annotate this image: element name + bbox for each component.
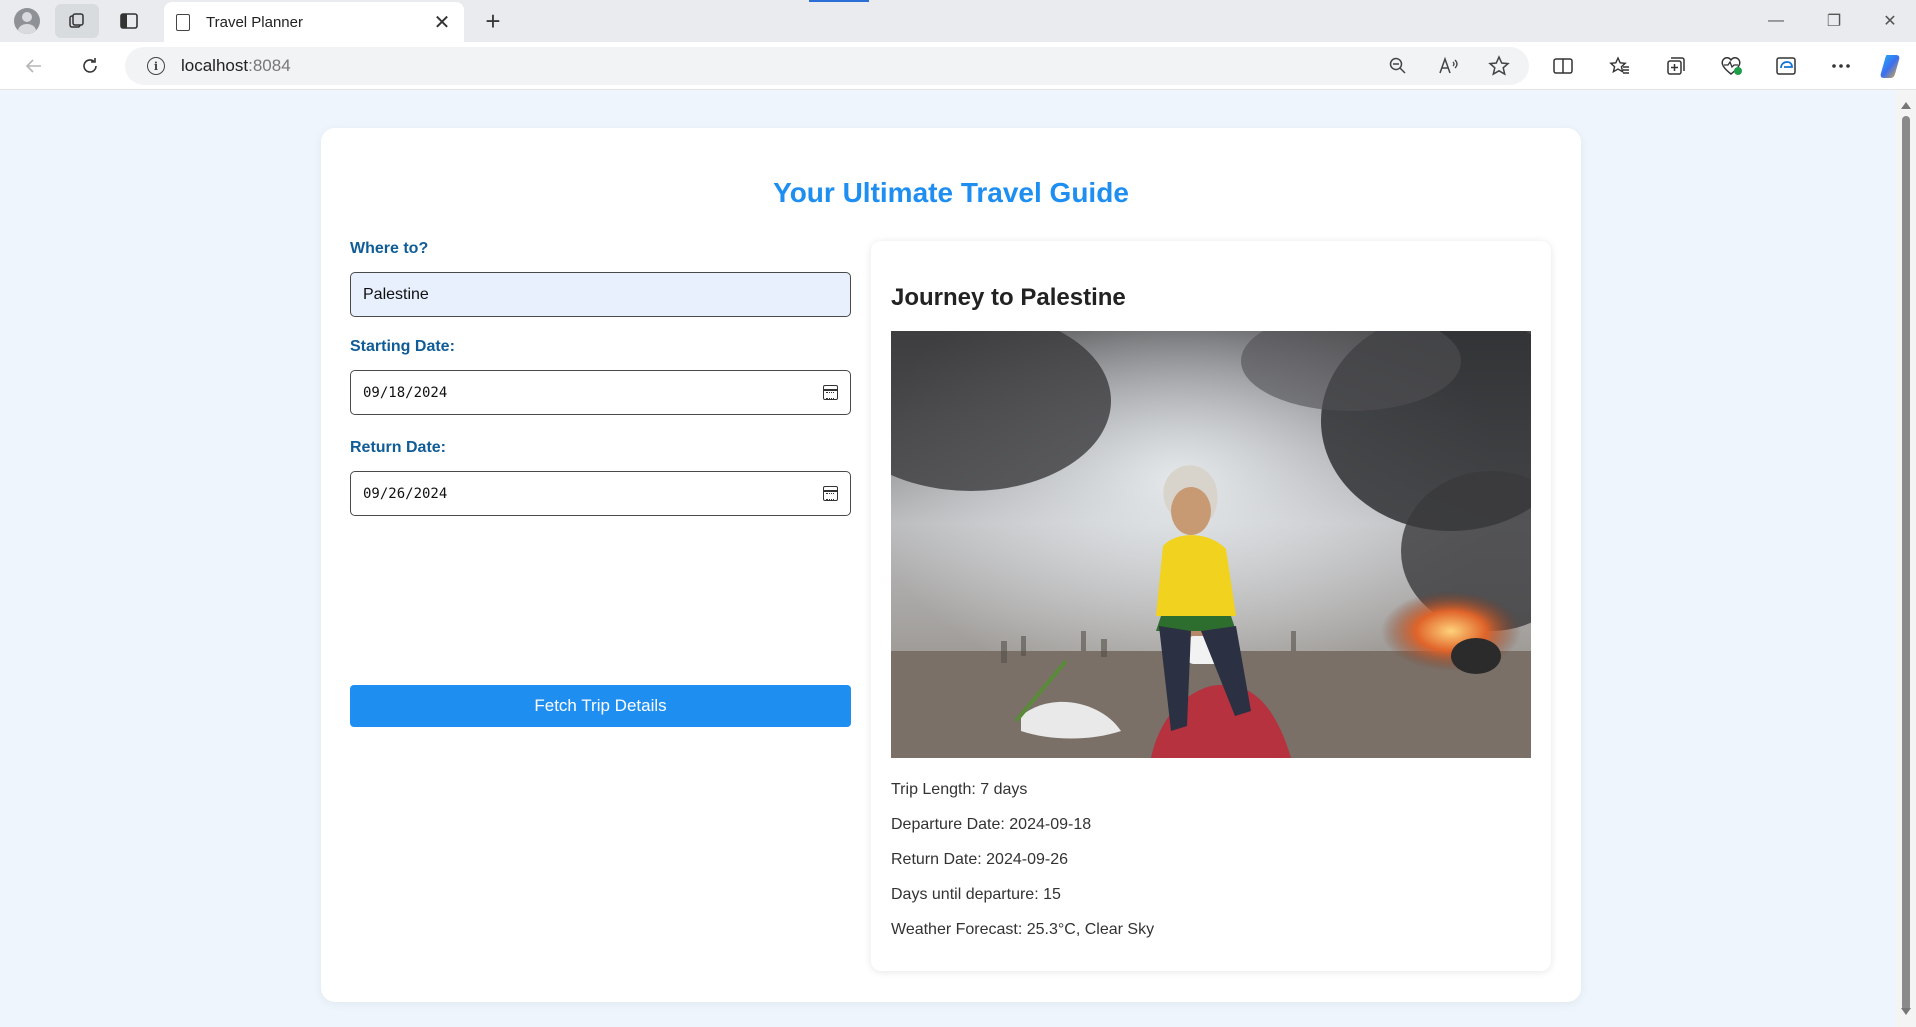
workspaces-icon <box>69 13 84 28</box>
url-port: :8084 <box>248 56 291 75</box>
back-button[interactable] <box>16 50 52 82</box>
return-date-label: Return Date: <box>350 439 447 456</box>
edge-bar-icon <box>1776 57 1796 75</box>
workspaces-button[interactable] <box>55 4 99 38</box>
return-date: Return Date: 2024-09-26 <box>891 851 1068 868</box>
tab-title: Travel Planner <box>206 13 303 31</box>
calendar-icon[interactable] <box>823 486 838 501</box>
star-icon <box>1488 55 1510 76</box>
site-info-icon[interactable]: i <box>147 57 165 75</box>
destination-value: Palestine <box>363 285 429 303</box>
copilot-icon <box>1880 55 1900 78</box>
address-bar[interactable]: i localhost:8084 <box>125 47 1529 85</box>
browser-toolbar: i localhost:8084 <box>0 42 1916 90</box>
read-aloud-button[interactable] <box>1432 50 1466 82</box>
split-screen-button[interactable] <box>1543 50 1583 82</box>
scroll-thumb[interactable] <box>1902 116 1910 1011</box>
zoom-out-button[interactable] <box>1381 50 1415 82</box>
return-date-input[interactable]: 09/26/2024 <box>350 471 851 516</box>
page-title: Your Ultimate Travel Guide <box>773 177 1129 208</box>
scroll-up-arrow-icon[interactable] <box>1901 102 1911 109</box>
destination-label: Where to? <box>350 240 429 257</box>
browser-tab[interactable]: Travel Planner ✕ <box>164 2 464 42</box>
weather-forecast: Weather Forecast: 25.3°C, Clear Sky <box>891 921 1155 938</box>
days-until-departure: Days until departure: 15 <box>891 886 1061 903</box>
edge-bar-button[interactable] <box>1766 50 1806 82</box>
profile-button[interactable] <box>8 4 46 38</box>
fetch-trip-details-button[interactable]: Fetch Trip Details <box>350 685 851 727</box>
vertical-scrollbar[interactable] <box>1896 90 1916 1027</box>
scroll-down-arrow-icon[interactable] <box>1901 1008 1911 1015</box>
start-date-label: Starting Date: <box>350 338 455 355</box>
copilot-button[interactable] <box>1873 50 1913 82</box>
favorites-icon <box>1609 56 1629 74</box>
tab-bar: Travel Planner ✕ + — ❐ ✕ <box>0 0 1916 42</box>
start-date-value: 09/18/2024 <box>363 384 448 401</box>
favorites-button[interactable] <box>1600 50 1640 82</box>
minimize-button[interactable]: — <box>1748 4 1804 38</box>
return-date-value: 09/26/2024 <box>363 485 448 502</box>
travel-planner-card: Your Ultimate Travel Guide Where to? Pal… <box>321 128 1581 1002</box>
heart-pulse-icon <box>1721 57 1742 75</box>
favorite-button[interactable] <box>1482 50 1516 82</box>
calendar-icon[interactable] <box>823 385 838 400</box>
page-icon <box>176 13 190 31</box>
departure-date: Departure Date: 2024-09-18 <box>891 816 1092 833</box>
collections-button[interactable] <box>1656 50 1696 82</box>
zoom-out-icon <box>1389 57 1406 74</box>
url-host: localhost <box>181 56 249 75</box>
tab-close-icon[interactable]: ✕ <box>432 10 452 35</box>
close-window-button[interactable]: ✕ <box>1862 4 1916 38</box>
more-menu-button[interactable] <box>1821 50 1861 82</box>
tab-accent <box>809 0 869 2</box>
read-aloud-icon <box>1439 56 1458 74</box>
browser-essentials-button[interactable] <box>1711 50 1751 82</box>
result-title: Journey to Palestine <box>891 284 1126 311</box>
vertical-tabs-icon <box>120 13 138 29</box>
trip-result-panel: Journey to Palestine Trip Length: 7 days… <box>871 241 1551 971</box>
refresh-button[interactable] <box>72 50 108 82</box>
back-arrow-icon <box>25 59 41 73</box>
profile-icon <box>14 8 40 34</box>
destination-photo-illustration <box>891 331 1531 758</box>
more-dots-icon <box>1832 64 1850 68</box>
new-tab-button[interactable]: + <box>476 4 510 38</box>
refresh-icon <box>83 58 97 73</box>
vertical-tabs-button[interactable] <box>110 4 148 38</box>
destination-input[interactable]: Palestine <box>350 272 851 317</box>
destination-photo <box>891 331 1531 758</box>
split-screen-icon <box>1553 58 1573 74</box>
collections-icon <box>1667 57 1685 75</box>
start-date-input[interactable]: 09/18/2024 <box>350 370 851 415</box>
restore-button[interactable]: ❐ <box>1806 4 1862 38</box>
trip-length: Trip Length: 7 days <box>891 781 1028 798</box>
